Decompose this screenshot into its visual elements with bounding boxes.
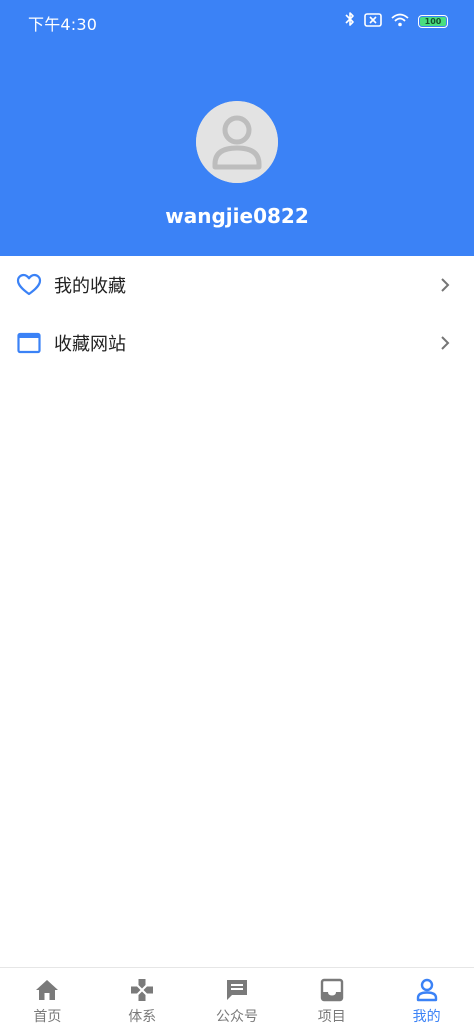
tab-projects[interactable]: 项目	[284, 968, 379, 1027]
browser-window-icon	[16, 330, 42, 356]
menu-item-websites[interactable]: 收藏网站	[0, 314, 474, 372]
tab-label: 首页	[33, 1009, 62, 1025]
tab-label: 公众号	[215, 1009, 258, 1025]
battery-icon: 100	[418, 14, 448, 28]
tab-label: 体系	[128, 1009, 157, 1025]
tab-label: 我的	[412, 1009, 441, 1025]
status-icons: 100	[345, 11, 448, 31]
tab-system[interactable]: 体系	[95, 968, 190, 1027]
heart-icon	[16, 272, 42, 298]
tab-mine[interactable]: 我的	[379, 968, 474, 1027]
tab-home[interactable]: 首页	[0, 968, 95, 1027]
status-bar: 下午4:30 100	[0, 0, 474, 42]
tab-label: 项目	[317, 1009, 346, 1025]
status-time: 下午4:30	[28, 15, 98, 34]
menu-item-favorites[interactable]: 我的收藏	[0, 256, 474, 314]
menu-item-label: 我的收藏	[54, 276, 126, 297]
person-icon	[413, 976, 441, 1004]
bluetooth-icon	[345, 11, 355, 31]
wifi-icon	[391, 12, 409, 31]
inbox-icon	[318, 976, 346, 1004]
bottom-tab-bar: 首页 体系 公众号 项目 我的	[0, 967, 474, 1027]
battery-level: 100	[420, 16, 446, 26]
menu-item-label: 收藏网站	[54, 334, 126, 355]
sim-off-icon	[364, 12, 382, 31]
chevron-right-icon	[438, 336, 452, 350]
avatar[interactable]	[196, 101, 278, 183]
profile-header: 下午4:30 100 wangjie0822	[0, 0, 474, 256]
tab-wechat[interactable]: 公众号	[190, 968, 285, 1027]
chevron-right-icon	[438, 278, 452, 292]
home-icon	[33, 976, 61, 1004]
person-icon	[196, 101, 278, 183]
message-icon	[223, 976, 251, 1004]
username[interactable]: wangjie0822	[0, 204, 474, 228]
gamepad-icon	[128, 976, 156, 1004]
profile-menu: 我的收藏 收藏网站	[0, 256, 474, 372]
